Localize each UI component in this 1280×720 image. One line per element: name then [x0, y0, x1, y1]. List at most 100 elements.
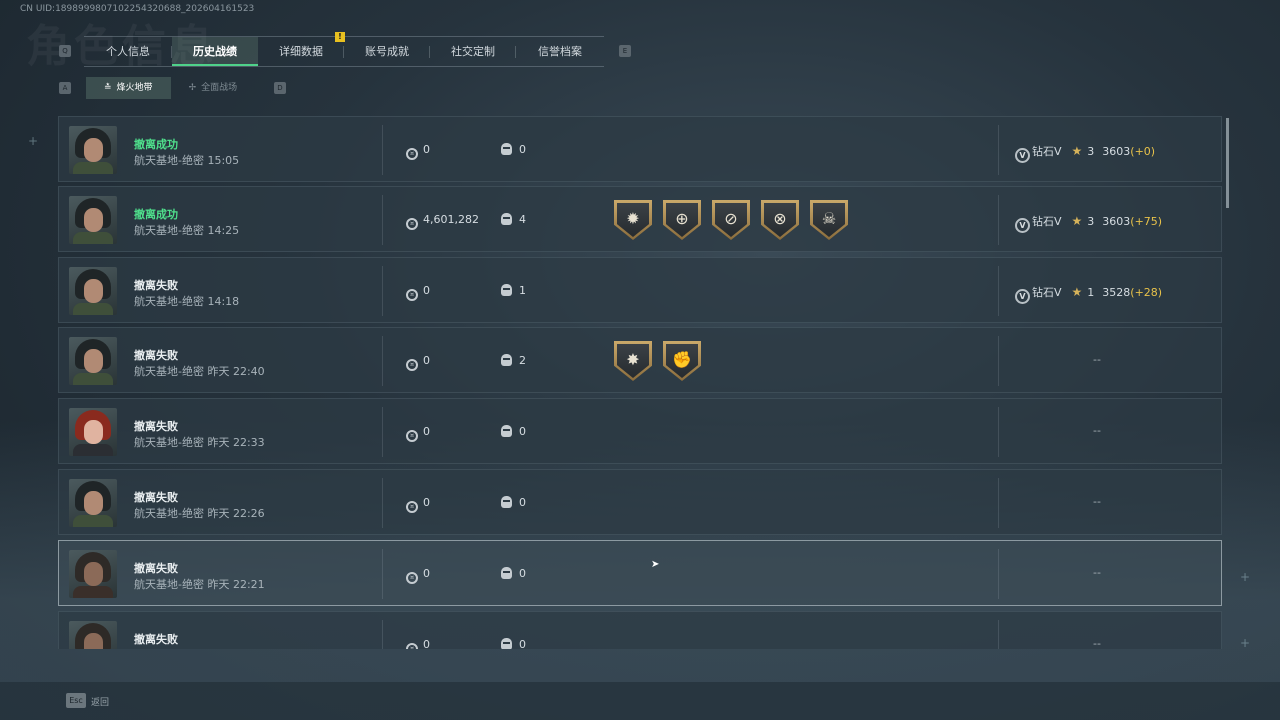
operator-avatar — [69, 337, 117, 385]
subtab-label: 全面战场 — [201, 83, 238, 93]
match-row[interactable]: 撤离失败 航天基地-绝密 昨天 22:40 ¤ 0 2 ✸ ✊ -- — [58, 327, 1222, 393]
skull-icon — [501, 567, 512, 579]
kill-count: 0 — [501, 425, 526, 438]
operator-avatar — [69, 621, 117, 649]
loot-value: ¤ 0 — [406, 496, 430, 513]
match-history-list[interactable]: 撤离成功 航天基地-绝密 15:05 ¤ 0 0 V 钻石V ★ 3 3603(+0) 撤离成功 航天… — [58, 116, 1222, 649]
column-divider — [382, 620, 383, 649]
extraction-result: 撤离失败 — [134, 562, 178, 575]
match-row[interactable]: 撤离失败 航天基地-绝密 昨天 22:21 ¤ 0 0 -- — [58, 540, 1222, 606]
medal-badge-icon[interactable]: ⊘ — [712, 200, 750, 240]
medal-glyph: ✸ — [626, 350, 640, 369]
column-divider — [998, 195, 999, 245]
rank-info: V 钻石V ★ 1 3528(+28) — [1015, 284, 1162, 304]
tab-detailed-data[interactable]: 详细数据 — [258, 37, 344, 66]
rank-emblem-icon: V — [1015, 148, 1030, 163]
match-row[interactable]: 撤离失败 航天基地-绝密 昨天 22:33 ¤ 0 0 -- — [58, 398, 1222, 464]
operator-avatar — [69, 408, 117, 456]
extraction-result: 撤离成功 — [134, 208, 178, 221]
rank-info: V 钻石V ★ 3 3603(+0) — [1015, 143, 1155, 163]
rank-name: 钻石V — [1032, 286, 1062, 299]
tab-personal-info[interactable]: 个人信息 — [84, 37, 172, 66]
subtab-prev-key-hint[interactable]: A — [59, 82, 71, 94]
map-and-time: 航天基地-绝密 15:05 — [134, 154, 240, 167]
medal-badge-icon[interactable]: ✹ — [614, 200, 652, 240]
skull-icon — [501, 496, 512, 508]
kill-count-text: 0 — [519, 496, 526, 509]
uid-text: CN UID:1898999807102254320688_2026041615… — [20, 4, 255, 14]
column-divider — [998, 620, 999, 649]
decor-cross-icon: + — [28, 134, 39, 148]
column-divider — [998, 266, 999, 316]
coin-icon: ¤ — [406, 359, 418, 371]
loot-value: ¤ 0 — [406, 354, 430, 371]
subtab-full-battlefield[interactable]: ✢ 全面战场 — [171, 77, 256, 99]
kill-count: 4 — [501, 213, 526, 226]
match-row[interactable]: 撤离失败航天基地-绝密 昨天 22:15¤00-- — [58, 611, 1222, 649]
back-button[interactable]: 返回 — [91, 695, 109, 708]
rank-points: 3603 — [1102, 215, 1131, 228]
map-and-time: 航天基地-绝密 14:25 — [134, 224, 240, 237]
match-row[interactable]: 撤离成功 航天基地-绝密 15:05 ¤ 0 0 V 钻石V ★ 3 3603(+0) — [58, 116, 1222, 182]
column-divider — [382, 549, 383, 599]
rank-emblem-icon: V — [1015, 218, 1030, 233]
rank-info: V 钻石V ★ 3 3603(+75) — [1015, 213, 1162, 233]
kill-count: 0 — [501, 567, 526, 580]
tab-next-key-hint[interactable]: E — [619, 45, 631, 57]
operator-avatar — [69, 126, 117, 174]
tab-prev-key-hint[interactable]: Q — [59, 45, 71, 57]
loot-value: ¤ 4,601,282 — [406, 213, 479, 230]
rank-points-delta: (+0) — [1130, 145, 1156, 158]
match-row[interactable]: 撤离失败 航天基地-绝密 昨天 22:26 ¤ 0 0 -- — [58, 469, 1222, 535]
kill-count: 0 — [501, 143, 526, 156]
star-icon: ★ — [1071, 285, 1083, 299]
medal-badge-icon[interactable]: ✸ — [614, 341, 652, 381]
zone-icon: ≛ — [104, 83, 112, 93]
match-row[interactable]: 撤离成功航天基地-绝密 14:25 ¤ 4,601,282 4 ✹ ⊕ ⊘ ⊗ ☠ V 钻石V ★ 3 3… — [58, 186, 1222, 252]
loot-value-text: 0 — [423, 425, 430, 438]
coin-icon: ¤ — [406, 148, 418, 160]
rank-name: 钻石V — [1032, 215, 1062, 228]
kill-count-text: 1 — [519, 284, 526, 297]
loot-value: ¤ 0 — [406, 567, 430, 584]
decor-cross-icon: + — [1240, 570, 1251, 584]
subtab-next-key-hint[interactable]: D — [274, 82, 286, 94]
extraction-result: 撤离失败 — [134, 279, 178, 292]
medal-glyph: ⊗ — [773, 209, 787, 228]
tab-label: 账号成就 — [365, 45, 409, 58]
star-icon: ★ — [1071, 144, 1083, 158]
medal-glyph: ⊕ — [675, 209, 689, 228]
tab-social-custom[interactable]: 社交定制 — [430, 37, 516, 66]
decor-cross-icon: + — [1240, 636, 1251, 650]
esc-key-hint[interactable]: Esc — [66, 693, 86, 708]
loot-value-text: 0 — [423, 143, 430, 156]
skull-icon — [501, 354, 512, 366]
medal-glyph: ⊘ — [724, 209, 738, 228]
match-row[interactable]: 撤离失败 航天基地-绝密 14:18 ¤ 0 1 V 钻石V ★ 1 3528(+28) — [58, 257, 1222, 323]
loot-value: ¤ 0 — [406, 143, 430, 160]
kill-count: 2 — [501, 354, 526, 367]
skull-icon — [501, 143, 512, 155]
rank-empty: -- — [1093, 566, 1101, 579]
medal-badge-icon[interactable]: ⊗ — [761, 200, 799, 240]
battlefield-icon: ✢ — [188, 83, 197, 93]
loot-value: ¤ 0 — [406, 425, 430, 442]
tab-account-achievements[interactable]: 账号成就 — [344, 37, 430, 66]
kill-count-text: 2 — [519, 354, 526, 367]
extraction-result: 撤离成功 — [134, 138, 178, 151]
rank-points-delta: (+75) — [1130, 215, 1163, 228]
medal-badge-icon[interactable]: ☠ — [810, 200, 848, 240]
footer-bar — [0, 682, 1280, 720]
subtab-extraction-zone[interactable]: ≛ 烽火地带 — [86, 77, 171, 99]
mouse-cursor-icon: ➤ — [651, 559, 660, 570]
medal-badge-icon[interactable]: ⊕ — [663, 200, 701, 240]
medal-badge-icon[interactable]: ✊ — [663, 341, 701, 381]
tab-reputation-record[interactable]: 信誉档案 — [516, 37, 604, 66]
kill-count-text: 0 — [519, 638, 526, 649]
tab-match-history[interactable]: 历史战绩 — [172, 37, 258, 66]
map-and-time: 航天基地-绝密 昨天 22:26 — [134, 507, 265, 520]
rank-points: 3528 — [1102, 286, 1131, 299]
list-scrollbar[interactable] — [1226, 118, 1229, 208]
notification-alert-icon: ! — [335, 32, 345, 42]
medal-badges: ✹ ⊕ ⊘ ⊗ ☠ — [614, 200, 859, 240]
